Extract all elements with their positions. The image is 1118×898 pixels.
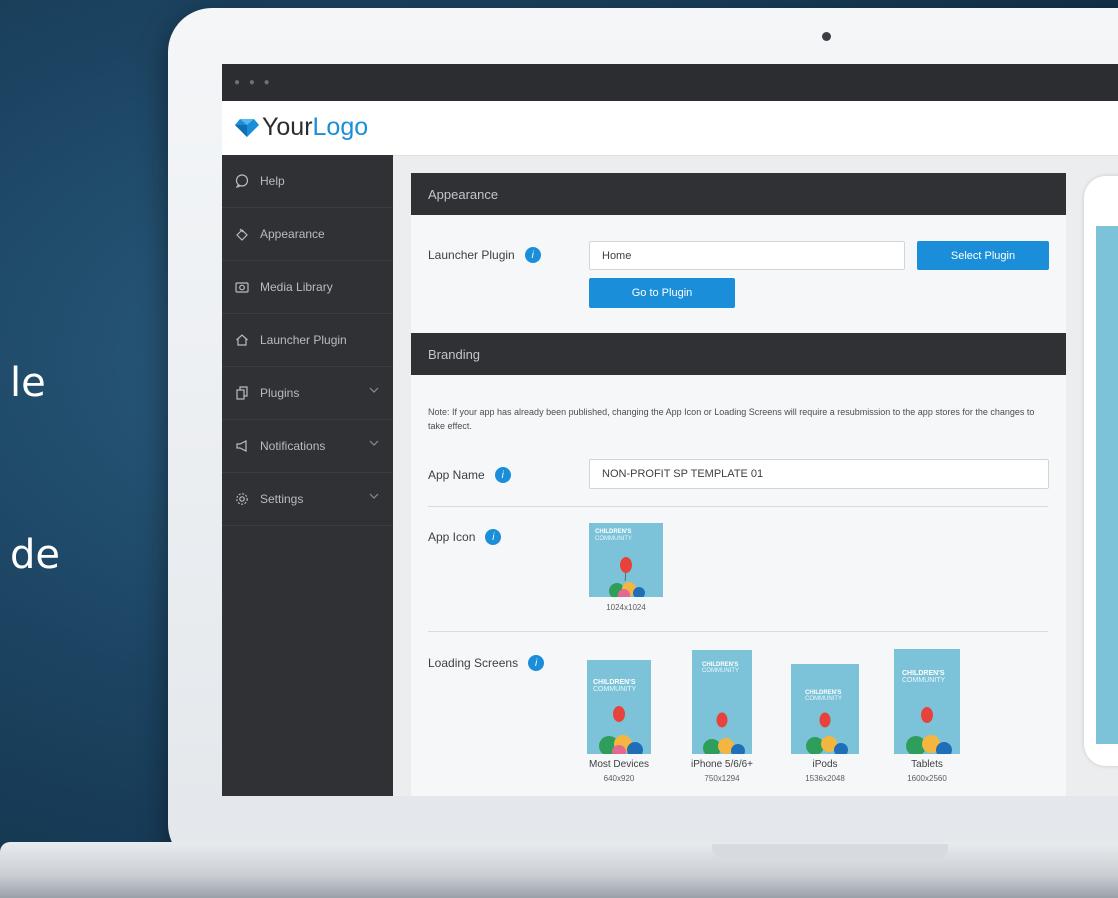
appearance-header: Appearance <box>411 173 1066 215</box>
screen-caption-ipods: iPods <box>812 759 838 770</box>
app-window: ● ● ● Your Logo Help Appearance Media Li… <box>222 64 1118 796</box>
chevron-down-icon[interactable] <box>369 387 379 393</box>
balloons-icon: CHILDREN'S COMMUNITY <box>702 662 745 754</box>
select-plugin-button[interactable]: Select Plugin <box>917 241 1049 270</box>
screen-caption-iphone: iPhone 5/6/6+ <box>691 759 753 770</box>
sidebar-item-label: Settings <box>260 492 304 506</box>
phone-preview-screen <box>1096 226 1118 744</box>
sidebar-item-label: Help <box>260 174 285 188</box>
svg-text:COMMUNITY: COMMUNITY <box>702 668 739 674</box>
info-icon[interactable]: i <box>494 467 511 483</box>
balloons-icon: CHILDREN'S COMMUNITY <box>595 529 645 597</box>
screen-caption-tablets: Tablets <box>911 759 943 770</box>
megaphone-icon <box>234 438 250 454</box>
camera-icon <box>234 279 250 295</box>
background-text-2: de <box>10 532 60 578</box>
svg-text:CHILDREN'S: CHILDREN'S <box>902 670 945 677</box>
window-titlebar: ● ● ● <box>222 64 1118 101</box>
app-name-label-text: App Name <box>428 468 485 482</box>
camera-dot <box>822 32 831 41</box>
logo-bar: Your Logo <box>222 101 1118 156</box>
balloons-icon: CHILDREN'S COMMUNITY <box>593 679 643 754</box>
launcher-plugin-label-text: Launcher Plugin <box>428 248 515 262</box>
chevron-down-icon[interactable] <box>369 493 379 499</box>
loading-screen-most-devices[interactable]: CHILDREN'S COMMUNITY <box>587 660 651 754</box>
phone-preview <box>1084 176 1118 766</box>
sidebar-item-help[interactable]: Help <box>222 155 393 208</box>
app-name-field[interactable]: NON-PROFIT SP TEMPLATE 01 <box>589 459 1049 489</box>
plugins-icon <box>234 385 250 401</box>
launcher-plugin-label: Launcher Plugin i <box>428 247 541 263</box>
info-icon[interactable]: i <box>485 529 502 545</box>
paint-bucket-icon <box>234 226 250 242</box>
launcher-plugin-field[interactable]: Home <box>589 241 905 270</box>
svg-text:CHILDREN'S: CHILDREN'S <box>595 529 631 535</box>
diamond-icon <box>235 118 259 137</box>
balloons-icon: CHILDREN'S COMMUNITY <box>902 670 952 754</box>
loading-screen-tablets[interactable]: CHILDREN'S COMMUNITY <box>894 649 960 754</box>
loading-screen-iphone[interactable]: CHILDREN'S COMMUNITY <box>692 650 752 754</box>
logo[interactable]: Your Logo <box>234 113 368 142</box>
divider <box>428 506 1048 507</box>
home-icon <box>234 332 250 348</box>
app-icon-image[interactable]: CHILDREN'S COMMUNITY <box>589 523 663 597</box>
info-icon[interactable]: i <box>524 247 541 263</box>
screen-size-tablets: 1600x2560 <box>907 774 947 783</box>
svg-text:CHILDREN'S: CHILDREN'S <box>593 679 636 686</box>
sidebar: Help Appearance Media Library Launcher P… <box>222 155 393 796</box>
gear-icon <box>234 491 250 507</box>
app-name-label: App Name i <box>428 467 511 483</box>
loading-screen-ipods[interactable]: CHILDREN'S COMMUNITY <box>791 664 859 754</box>
window-controls[interactable]: ● ● ● <box>234 77 273 88</box>
go-to-plugin-button[interactable]: Go to Plugin <box>589 278 735 308</box>
loading-screens-label-text: Loading Screens <box>428 656 519 670</box>
logo-text-logo: Logo <box>312 113 369 141</box>
sidebar-item-label: Media Library <box>260 280 333 294</box>
info-icon[interactable]: i <box>528 655 545 671</box>
app-icon-label-text: App Icon <box>428 530 476 544</box>
sidebar-item-label: Plugins <box>260 386 300 400</box>
divider <box>428 631 1048 632</box>
svg-text:COMMUNITY: COMMUNITY <box>902 677 945 684</box>
sidebar-item-media-library[interactable]: Media Library <box>222 261 393 314</box>
app-icon-size: 1024x1024 <box>606 603 646 612</box>
balloons-icon: CHILDREN'S COMMUNITY <box>805 690 848 754</box>
help-bubble-icon <box>234 173 250 189</box>
sidebar-item-label: Notifications <box>260 439 326 453</box>
laptop-base <box>0 842 1118 898</box>
sidebar-item-label: Appearance <box>260 227 325 241</box>
svg-text:COMMUNITY: COMMUNITY <box>805 696 842 702</box>
background-text-1: le <box>10 360 46 406</box>
svg-text:COMMUNITY: COMMUNITY <box>595 536 632 542</box>
sidebar-item-appearance[interactable]: Appearance <box>222 208 393 261</box>
screen-size-iphone: 750x1294 <box>704 774 740 783</box>
branding-note: Note: If your app has already been publi… <box>428 407 1035 431</box>
sidebar-item-notifications[interactable]: Notifications <box>222 420 393 473</box>
sidebar-item-launcher-plugin[interactable]: Launcher Plugin <box>222 314 393 367</box>
screen-size-most-devices: 640x920 <box>603 774 635 783</box>
laptop-notch <box>712 844 948 858</box>
app-icon-label: App Icon i <box>428 529 502 545</box>
sidebar-item-settings[interactable]: Settings <box>222 473 393 526</box>
main-content: Appearance Launcher Plugin i Home Select… <box>411 173 1066 796</box>
svg-text:COMMUNITY: COMMUNITY <box>593 686 636 693</box>
screen-size-ipods: 1536x2048 <box>805 774 845 783</box>
sidebar-item-label: Launcher Plugin <box>260 333 347 347</box>
logo-text-your: Your <box>262 113 313 141</box>
chevron-down-icon[interactable] <box>369 440 379 446</box>
screen-caption-most-devices: Most Devices <box>588 759 649 770</box>
branding-header: Branding <box>411 333 1066 375</box>
loading-screens-label: Loading Screens i <box>428 655 545 671</box>
sidebar-item-plugins[interactable]: Plugins <box>222 367 393 420</box>
